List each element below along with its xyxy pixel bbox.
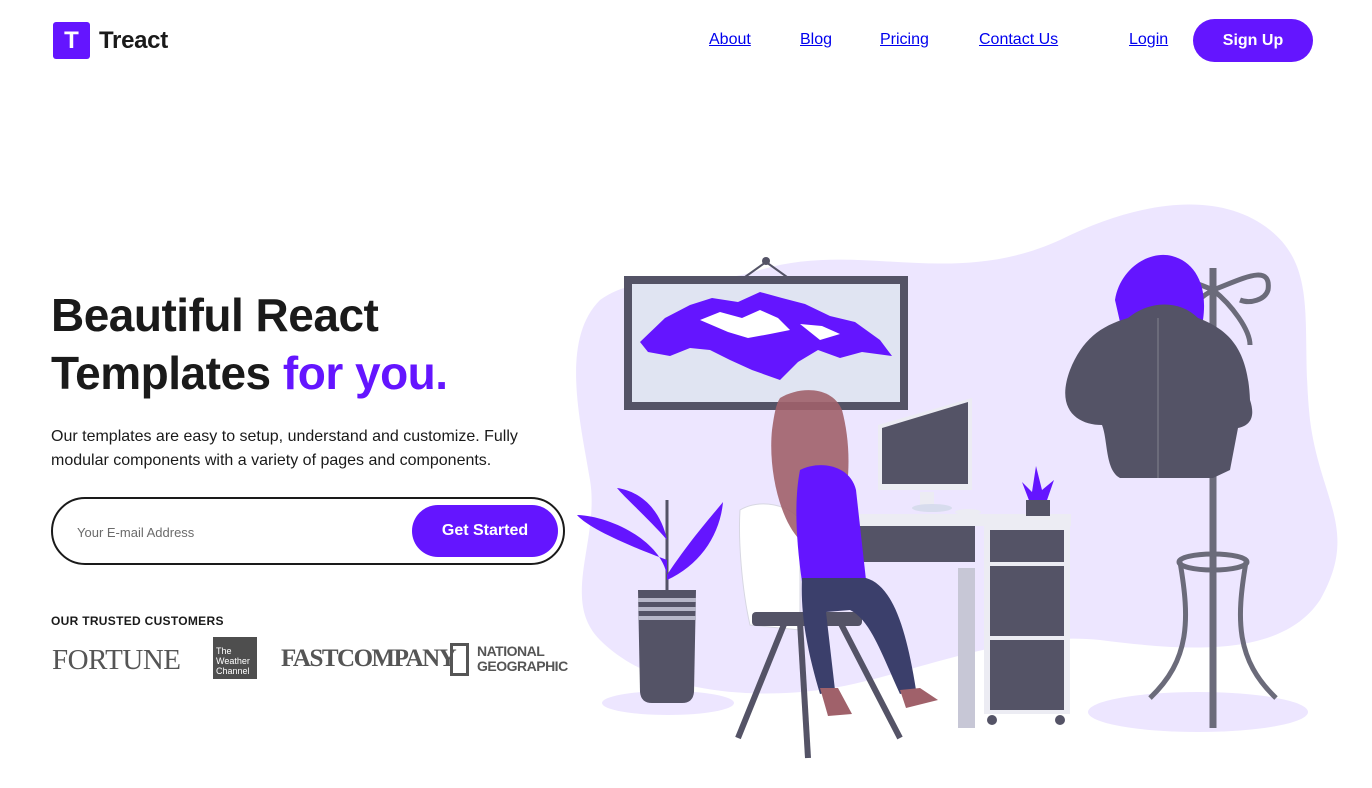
weather-channel-logo: The Weather Channel <box>213 637 257 679</box>
desk-drawer <box>990 530 1064 562</box>
hero-title-accent: for you. <box>282 347 448 399</box>
weather-logo-line2: Weather <box>216 656 250 666</box>
login-link[interactable]: Login <box>1129 31 1168 49</box>
site-header: T Treact About Blog Pricing Contact Us L… <box>0 0 1372 82</box>
nav-link-contact[interactable]: Contact Us <box>979 31 1058 49</box>
hero-title-line2: Templates <box>51 347 271 399</box>
fortune-logo: FORTUNE <box>52 644 181 676</box>
customer-logos: FORTUNE The Weather Channel FASTCOMPANY … <box>51 636 571 680</box>
national-geographic-logo: NATIONAL GEOGRAPHIC <box>450 641 568 677</box>
hero-description: Our templates are easy to setup, underst… <box>51 428 518 469</box>
get-started-button[interactable]: Get Started <box>412 505 558 557</box>
natgeo-line1: NATIONAL <box>477 643 545 659</box>
fast-company-logo: FASTCOMPANY <box>281 645 457 672</box>
brand-name: Treact <box>99 26 168 54</box>
hero-title: Beautiful React Templates for you. <box>51 286 448 402</box>
logo-mark-icon: T <box>53 22 90 59</box>
nav-link-blog[interactable]: Blog <box>800 31 832 49</box>
natgeo-frame-icon <box>450 642 469 676</box>
natgeo-line2: GEOGRAPHIC <box>477 658 568 674</box>
plant-pot <box>638 590 696 703</box>
hero-illustration <box>576 204 1338 759</box>
email-input[interactable] <box>77 519 397 545</box>
email-signup-form: Get Started <box>51 497 565 565</box>
trusted-customers-label: OUR TRUSTED CUSTOMERS <box>51 614 224 628</box>
weather-logo-line3: Channel <box>216 666 250 676</box>
nav-link-pricing[interactable]: Pricing <box>880 31 929 49</box>
nav-link-about[interactable]: About <box>709 31 751 49</box>
signup-button[interactable]: Sign Up <box>1193 19 1313 62</box>
brand-logo-link[interactable]: T Treact <box>53 22 168 59</box>
weather-logo-line1: The <box>216 646 232 656</box>
hero-title-line1: Beautiful React <box>51 289 379 341</box>
natgeo-text: NATIONAL GEOGRAPHIC <box>477 644 568 674</box>
